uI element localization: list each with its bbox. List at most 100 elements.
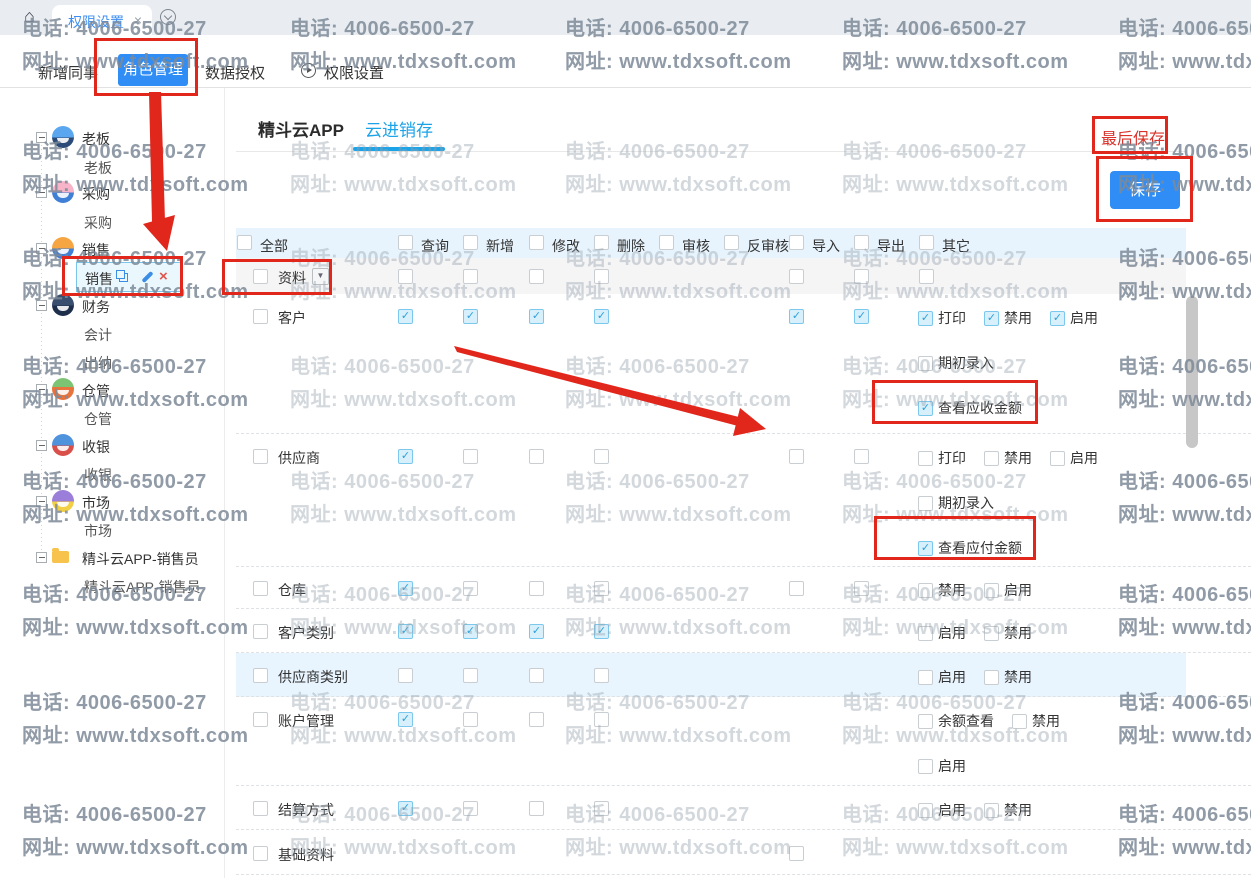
option-禁用[interactable]: ✓禁用 bbox=[984, 667, 1032, 687]
save-button[interactable]: 保存 bbox=[1110, 171, 1180, 209]
sidebar-item-12[interactable]: 收银 bbox=[84, 465, 112, 485]
collapse-icon[interactable] bbox=[36, 384, 47, 395]
cell-checkbox-导出[interactable]: ✓ bbox=[854, 581, 869, 596]
cell-checkbox-新增[interactable]: ✓ bbox=[463, 668, 478, 683]
option-查看应付金额[interactable]: ✓查看应付金额 bbox=[918, 538, 1022, 558]
option-checkbox-启用[interactable]: ✓ bbox=[1050, 311, 1065, 326]
sidebar-item-3[interactable]: 采购 bbox=[84, 213, 112, 233]
cell-checkbox-导入[interactable]: ✓ bbox=[789, 846, 804, 861]
sidebar-group-9[interactable]: 仓管 bbox=[0, 378, 224, 402]
option-checkbox-禁用[interactable]: ✓ bbox=[1012, 714, 1027, 729]
sidebar-group-0[interactable]: 老板 bbox=[0, 126, 224, 150]
nav-item-new-colleague[interactable]: 新增同事 bbox=[38, 62, 98, 83]
cell-checkbox-新增[interactable]: ✓ bbox=[463, 801, 478, 816]
sidebar-item-1[interactable]: 老板 bbox=[84, 158, 112, 178]
row-select-checkbox[interactable]: ✓ bbox=[253, 309, 268, 324]
header-checkbox-查询[interactable]: ✓ bbox=[398, 235, 413, 250]
cell-checkbox-新增[interactable]: ✓ bbox=[463, 712, 478, 727]
cell-checkbox-修改[interactable]: ✓ bbox=[529, 668, 544, 683]
sidebar-group-13[interactable]: 市场 bbox=[0, 490, 224, 514]
option-启用[interactable]: ✓启用 bbox=[918, 667, 966, 687]
option-余额查看[interactable]: ✓余额查看 bbox=[918, 711, 994, 731]
collapse-icon[interactable] bbox=[36, 496, 47, 507]
option-checkbox-打印[interactable]: ✓ bbox=[918, 311, 933, 326]
sidebar-item-selected[interactable]: 销售× bbox=[76, 262, 182, 292]
cell-checkbox-导入[interactable]: ✓ bbox=[789, 449, 804, 464]
cell-checkbox-修改[interactable]: ✓ bbox=[529, 712, 544, 727]
option-checkbox-禁用[interactable]: ✓ bbox=[984, 803, 999, 818]
collapse-icon[interactable] bbox=[36, 552, 47, 563]
cell-checkbox-新增[interactable]: ✓ bbox=[463, 269, 478, 284]
cell-checkbox-查询[interactable]: ✓ bbox=[398, 801, 413, 816]
cell-checkbox-导入[interactable]: ✓ bbox=[789, 269, 804, 284]
option-启用[interactable]: ✓启用 bbox=[1050, 448, 1098, 468]
row-select-checkbox[interactable]: ✓ bbox=[253, 668, 268, 683]
cell-checkbox-导出[interactable]: ✓ bbox=[854, 449, 869, 464]
header-checkbox-全部[interactable]: ✓ bbox=[237, 235, 252, 250]
cell-checkbox-修改[interactable]: ✓ bbox=[529, 624, 544, 639]
cell-checkbox-导出[interactable]: ✓ bbox=[854, 309, 869, 324]
cell-checkbox-新增[interactable]: ✓ bbox=[463, 309, 478, 324]
option-checkbox-启用[interactable]: ✓ bbox=[918, 670, 933, 685]
cell-checkbox-其它[interactable]: ✓ bbox=[919, 269, 934, 284]
option-checkbox-查看应付金额[interactable]: ✓ bbox=[918, 541, 933, 556]
home-icon[interactable]: ⌂ bbox=[24, 6, 35, 27]
option-checkbox-禁用[interactable]: ✓ bbox=[984, 451, 999, 466]
tab-jdy-app[interactable]: 精斗云APP bbox=[258, 116, 344, 141]
row-select-checkbox[interactable]: ✓ bbox=[253, 449, 268, 464]
cell-checkbox-修改[interactable]: ✓ bbox=[529, 269, 544, 284]
cell-checkbox-修改[interactable]: ✓ bbox=[529, 309, 544, 324]
collapse-icon[interactable] bbox=[36, 187, 47, 198]
sidebar-group-2[interactable]: 采购 bbox=[0, 181, 224, 205]
option-checkbox-禁用[interactable]: ✓ bbox=[984, 626, 999, 641]
collapse-icon[interactable] bbox=[36, 243, 47, 254]
option-checkbox-余额查看[interactable]: ✓ bbox=[918, 714, 933, 729]
option-checkbox-期初录入[interactable]: ✓ bbox=[918, 496, 933, 511]
nav-item-data-authorization[interactable]: 数据授权 bbox=[205, 62, 265, 83]
collapse-icon[interactable] bbox=[36, 440, 47, 451]
cell-checkbox-查询[interactable]: ✓ bbox=[398, 624, 413, 639]
sidebar-group-4[interactable]: 销售 bbox=[0, 237, 224, 261]
row-select-checkbox[interactable]: ✓ bbox=[253, 712, 268, 727]
option-查看应收金额[interactable]: ✓查看应收金额 bbox=[918, 398, 1022, 418]
sidebar-item-10[interactable]: 仓管 bbox=[84, 409, 112, 429]
cell-checkbox-修改[interactable]: ✓ bbox=[529, 801, 544, 816]
row-select-checkbox[interactable]: ✓ bbox=[253, 269, 268, 284]
cell-checkbox-查询[interactable]: ✓ bbox=[398, 581, 413, 596]
cell-checkbox-新增[interactable]: ✓ bbox=[463, 624, 478, 639]
cell-checkbox-导入[interactable]: ✓ bbox=[789, 309, 804, 324]
option-启用[interactable]: ✓启用 bbox=[918, 756, 966, 776]
cell-checkbox-删除[interactable]: ✓ bbox=[594, 449, 609, 464]
option-checkbox-启用[interactable]: ✓ bbox=[1050, 451, 1065, 466]
header-checkbox-修改[interactable]: ✓ bbox=[529, 235, 544, 250]
option-checkbox-禁用[interactable]: ✓ bbox=[984, 311, 999, 326]
option-checkbox-打印[interactable]: ✓ bbox=[918, 451, 933, 466]
header-checkbox-新增[interactable]: ✓ bbox=[463, 235, 478, 250]
tab-close-icon[interactable]: × bbox=[134, 12, 142, 28]
header-checkbox-导入[interactable]: ✓ bbox=[789, 235, 804, 250]
option-checkbox-启用[interactable]: ✓ bbox=[918, 626, 933, 641]
option-禁用[interactable]: ✓禁用 bbox=[1012, 711, 1060, 731]
cell-checkbox-删除[interactable]: ✓ bbox=[594, 668, 609, 683]
cell-checkbox-新增[interactable]: ✓ bbox=[463, 581, 478, 596]
option-启用[interactable]: ✓启用 bbox=[918, 800, 966, 820]
cell-checkbox-删除[interactable]: ✓ bbox=[594, 801, 609, 816]
row-dropdown-button[interactable]: ▼ bbox=[312, 268, 329, 285]
option-启用[interactable]: ✓启用 bbox=[1050, 308, 1098, 328]
option-禁用[interactable]: ✓禁用 bbox=[918, 580, 966, 600]
nav-item-role-management[interactable]: 角色管理 bbox=[118, 54, 188, 86]
edit-pencil-icon[interactable] bbox=[141, 271, 153, 283]
sidebar-item-8[interactable]: 出纳 bbox=[84, 353, 112, 373]
sidebar-group-15[interactable]: 精斗云APP-销售员 bbox=[0, 546, 224, 570]
cell-checkbox-导入[interactable]: ✓ bbox=[789, 581, 804, 596]
option-打印[interactable]: ✓打印 bbox=[918, 308, 966, 328]
cell-checkbox-修改[interactable]: ✓ bbox=[529, 581, 544, 596]
cell-checkbox-查询[interactable]: ✓ bbox=[398, 269, 413, 284]
close-icon[interactable]: × bbox=[159, 268, 168, 285]
option-checkbox-期初录入[interactable]: ✓ bbox=[918, 356, 933, 371]
cell-checkbox-查询[interactable]: ✓ bbox=[398, 309, 413, 324]
option-启用[interactable]: ✓启用 bbox=[918, 623, 966, 643]
cell-checkbox-查询[interactable]: ✓ bbox=[398, 712, 413, 727]
option-禁用[interactable]: ✓禁用 bbox=[984, 623, 1032, 643]
option-checkbox-启用[interactable]: ✓ bbox=[918, 803, 933, 818]
